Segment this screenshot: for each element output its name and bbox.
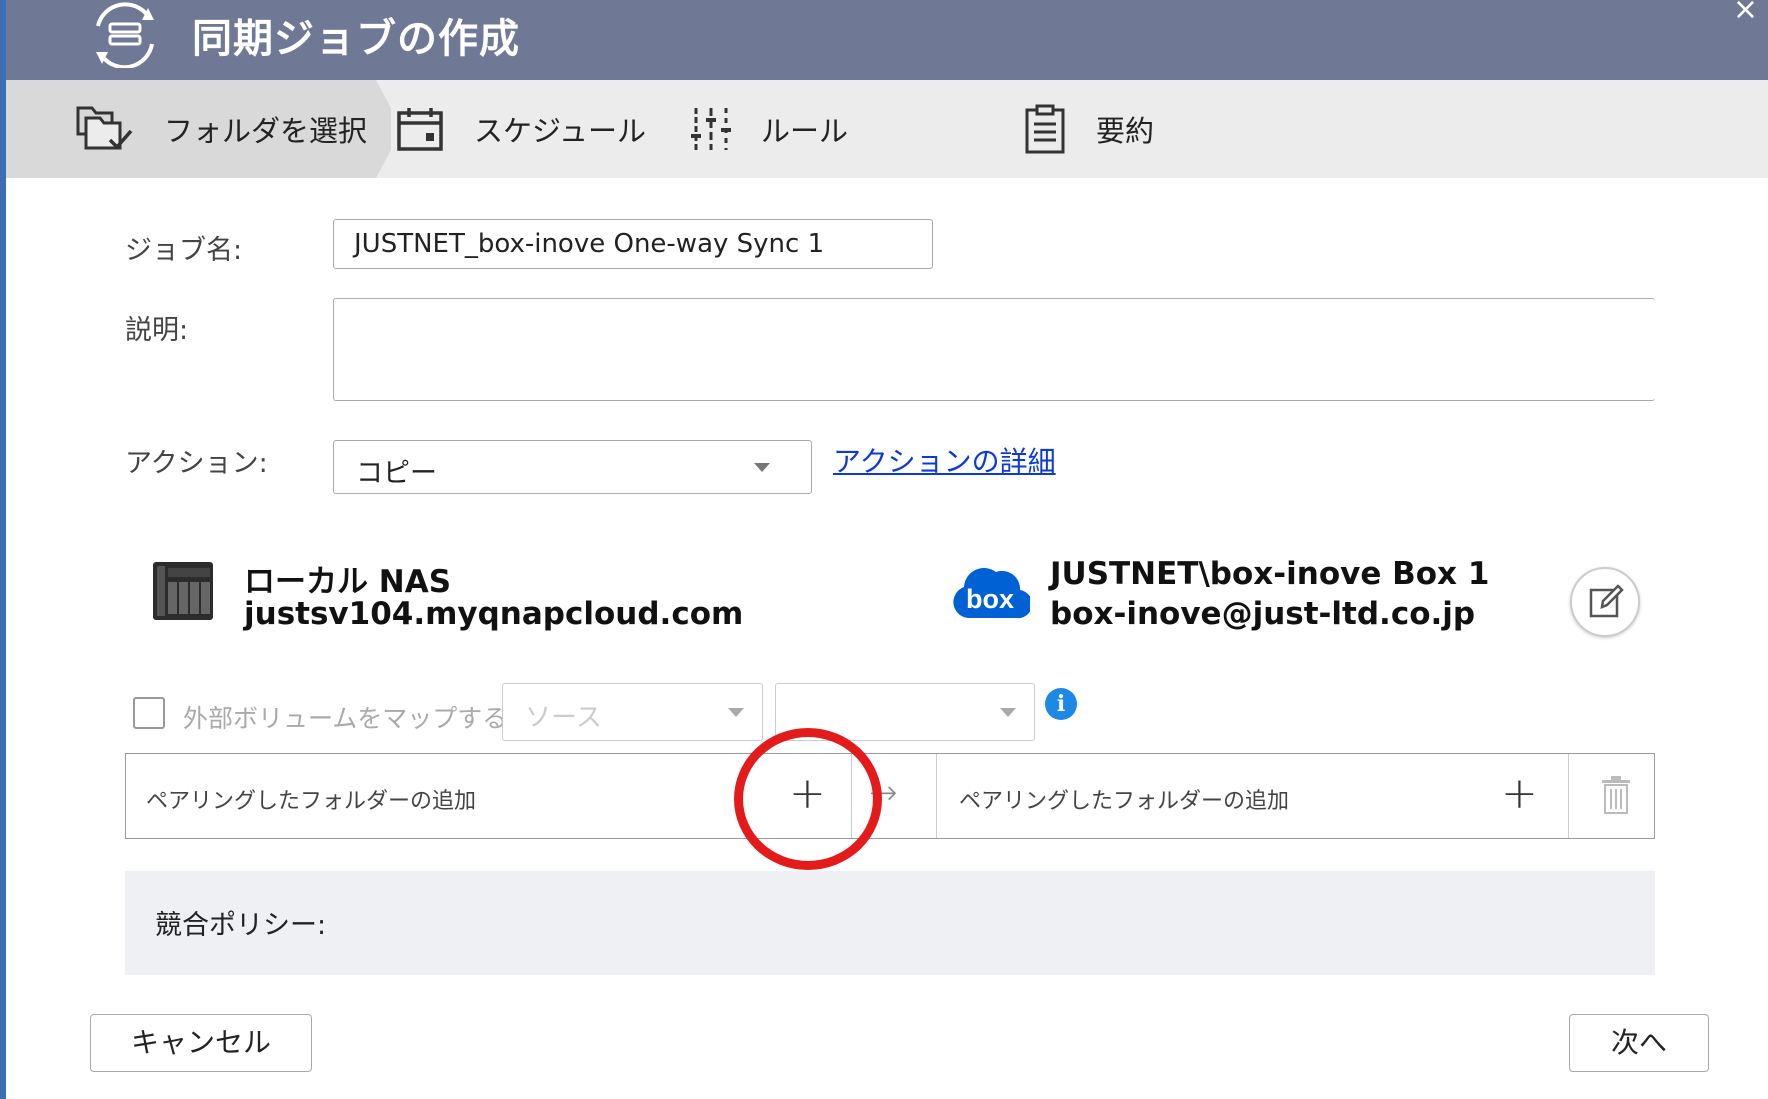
- description-textarea[interactable]: [333, 298, 1655, 401]
- remote-name: JUSTNET\box-inove Box 1: [1050, 556, 1490, 592]
- divider: [1568, 754, 1569, 838]
- job-name-value: JUSTNET_box-inove One-way Sync 1: [354, 229, 825, 259]
- local-nas-host: justsv104.myqnapcloud.com: [244, 596, 744, 632]
- job-name-label: ジョブ名:: [125, 235, 243, 266]
- action-select[interactable]: コピー: [333, 440, 812, 494]
- nas-device-icon: [153, 562, 213, 620]
- step-label: ルール: [761, 114, 849, 148]
- chevron-down-icon: [754, 463, 770, 472]
- step-label: 要約: [1096, 114, 1155, 148]
- local-nas-name: ローカル NAS: [244, 564, 452, 600]
- step-label: スケジュール: [474, 114, 646, 148]
- step-summary[interactable]: 要約: [1024, 80, 1154, 178]
- title-bar: 同期ジョブの作成 ×: [6, 0, 1768, 80]
- trash-icon[interactable]: [1601, 776, 1631, 814]
- step-label: フォルダを選択: [164, 114, 368, 148]
- close-icon[interactable]: ×: [1733, 0, 1758, 27]
- edit-remote-button[interactable]: [1570, 567, 1640, 637]
- divider: [936, 754, 937, 838]
- highlight-circle: [734, 728, 882, 870]
- wizard-steps: フォルダを選択 スケジュール ルール 要約: [6, 80, 1768, 178]
- map-volume-label: 外部ボリュームをマップする: [183, 704, 508, 733]
- add-source-folder-label: ペアリングしたフォルダーの追加: [146, 789, 477, 814]
- step-schedule[interactable]: スケジュール: [396, 80, 646, 178]
- clipboard-icon: [1025, 104, 1065, 154]
- job-name-input[interactable]: JUSTNET_box-inove One-way Sync 1: [333, 219, 933, 269]
- sliders-icon: [691, 108, 731, 150]
- action-value: コピー: [356, 458, 437, 489]
- paired-folder-row: ペアリングしたフォルダーの追加 + → ペアリングしたフォルダーの追加 +: [125, 753, 1655, 839]
- chevron-down-icon: [1000, 708, 1016, 717]
- info-icon[interactable]: i: [1045, 688, 1077, 720]
- source-placeholder: ソース: [525, 703, 602, 733]
- conflict-policy-section: 競合ポリシー:: [125, 871, 1655, 975]
- box-brand-text: box: [966, 584, 1014, 614]
- box-cloud-icon: box: [953, 568, 1030, 619]
- calendar-icon: [397, 108, 443, 151]
- cancel-button[interactable]: キャンセル: [90, 1014, 312, 1072]
- window-title: 同期ジョブの作成: [192, 16, 520, 62]
- conflict-policy-label: 競合ポリシー:: [155, 910, 327, 941]
- chevron-down-icon: [728, 708, 744, 717]
- next-button[interactable]: 次へ: [1569, 1014, 1709, 1072]
- action-details-link[interactable]: アクションの詳細: [833, 440, 1056, 480]
- source-select[interactable]: ソース: [502, 683, 763, 741]
- map-volume-checkbox[interactable]: [133, 697, 165, 729]
- add-target-folder-label: ペアリングしたフォルダーの追加: [959, 789, 1290, 814]
- remote-account: box-inove@just-ltd.co.jp: [1050, 596, 1476, 632]
- edit-icon: [1589, 584, 1624, 618]
- sync-job-icon: [96, 2, 154, 68]
- add-target-folder-button[interactable]: +: [1501, 772, 1538, 816]
- description-label: 説明:: [125, 315, 189, 346]
- folders-check-icon: [76, 106, 133, 150]
- step-select-folders[interactable]: フォルダを選択: [76, 80, 367, 178]
- action-label: アクション:: [125, 448, 268, 479]
- step-rules[interactable]: ルール: [691, 80, 848, 178]
